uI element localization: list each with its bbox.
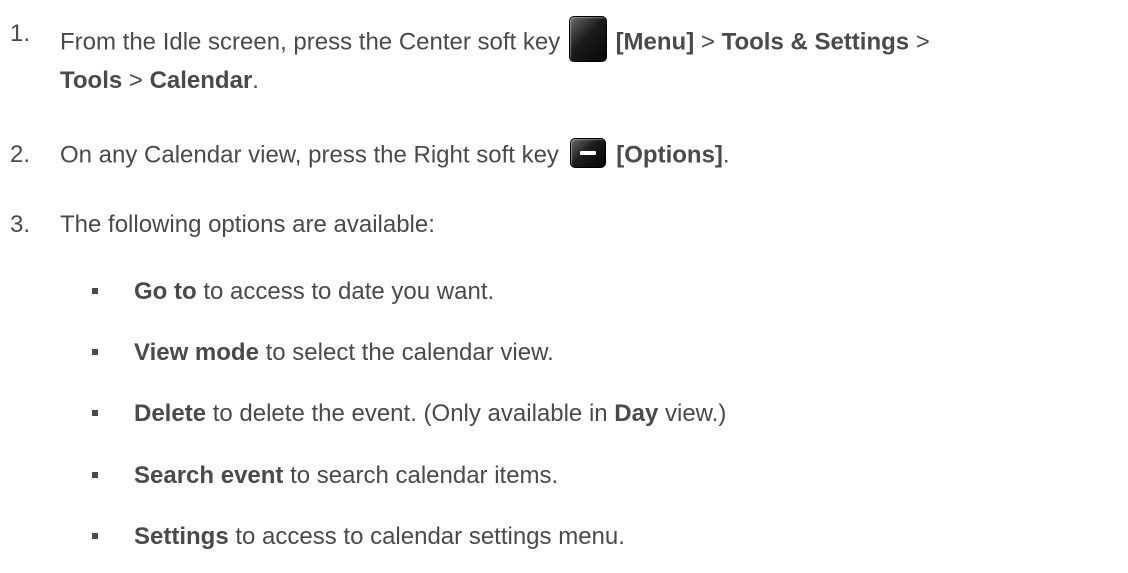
- bullet-icon: [92, 410, 98, 416]
- option-text: Search event to search calendar items.: [134, 462, 558, 490]
- bullet-icon: [92, 288, 98, 294]
- option-text: Go to to access to date you want.: [134, 278, 494, 306]
- option-name: Go to: [134, 278, 197, 305]
- step-number: 2.: [10, 141, 31, 168]
- period: .: [722, 141, 730, 169]
- option-description: to search calendar items.: [283, 462, 559, 489]
- period: .: [252, 67, 259, 94]
- option-text: Delete to delete the event. (Only availa…: [134, 400, 726, 428]
- menu-path-tools-settings: Tools & Settings: [721, 28, 910, 56]
- step-text: The following options are available:: [60, 211, 435, 238]
- step-text: From the Idle screen, press the Center s…: [60, 28, 561, 56]
- option-name: View mode: [134, 339, 259, 366]
- step-2-line: On any Calendar view, press the Right so…: [60, 138, 730, 171]
- menu-key-label: [Menu]: [615, 28, 695, 56]
- separator: >: [694, 28, 722, 56]
- step-text: On any Calendar view, press the Right so…: [60, 141, 559, 169]
- minus-glyph: [579, 151, 596, 155]
- step-number: 3.: [10, 211, 31, 238]
- option-description: to delete the event. (Only available in: [206, 400, 615, 427]
- center-soft-key-icon: [568, 16, 607, 62]
- options-key-label: [Options]: [616, 141, 723, 169]
- option-name: Search event: [134, 462, 284, 489]
- view-name: Day: [614, 400, 659, 427]
- option-description: to select the calendar view.: [258, 339, 554, 366]
- option-text: Settings to access to calendar settings …: [134, 523, 625, 551]
- option-name: Delete: [134, 400, 207, 427]
- instruction-document: 1. From the Idle screen, press the Cente…: [0, 0, 1128, 573]
- separator: >: [122, 67, 150, 94]
- bullet-icon: [92, 472, 98, 478]
- separator: >: [909, 28, 930, 56]
- option-description-end: view.): [658, 400, 727, 427]
- option-name: Settings: [134, 523, 229, 550]
- option-description: to access to date you want.: [196, 278, 495, 305]
- bullet-icon: [92, 533, 98, 539]
- right-soft-key-icon: [569, 138, 606, 168]
- menu-path-calendar: Calendar: [149, 67, 253, 94]
- option-text: View mode to select the calendar view.: [134, 339, 554, 367]
- menu-path-tools: Tools: [60, 67, 123, 94]
- bullet-icon: [92, 349, 98, 355]
- step-1-line-2: Tools > Calendar.: [60, 67, 259, 95]
- step-1-line-1: From the Idle screen, press the Center s…: [60, 16, 930, 66]
- option-description: to access to calendar settings menu.: [228, 523, 625, 550]
- step-number: 1.: [10, 20, 31, 47]
